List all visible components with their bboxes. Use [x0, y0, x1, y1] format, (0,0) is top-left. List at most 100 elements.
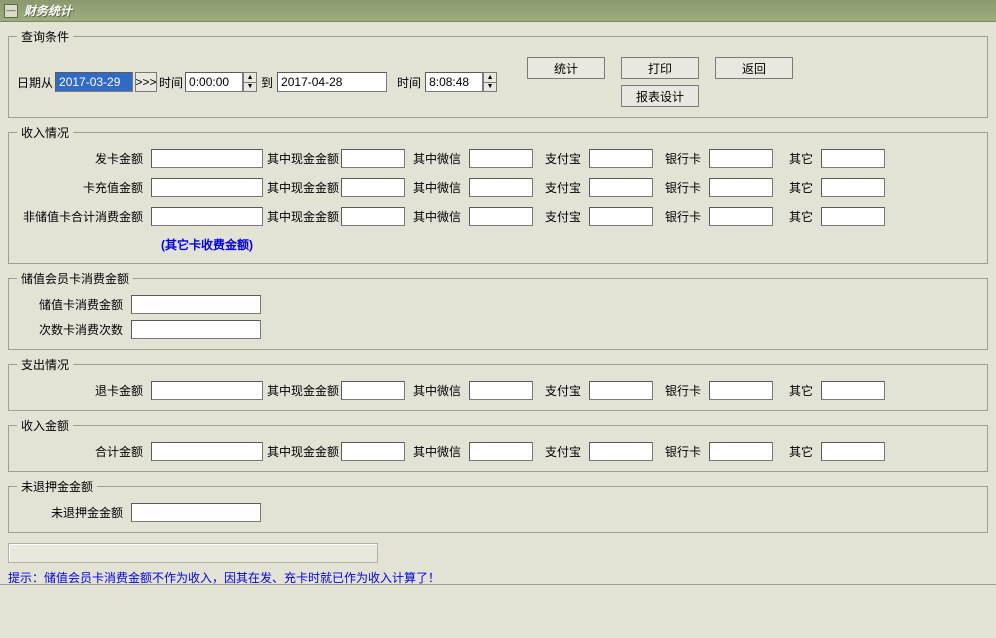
nonstored-note: (其它卡收费金额)	[151, 236, 263, 253]
label-stored-consume: 储值卡消费金额	[17, 296, 123, 313]
minus-icon: —	[7, 6, 16, 15]
time-to-input[interactable]	[425, 72, 483, 92]
card-issue-wechat[interactable]	[469, 149, 533, 168]
label-time-to: 时间	[397, 74, 421, 91]
bottom-panel	[0, 584, 996, 638]
nonstored-consume-other[interactable]	[821, 207, 885, 226]
label-alipay-t: 支付宝	[537, 443, 581, 460]
label-nonstored-consume: 非储值卡合计消费金额	[17, 208, 143, 225]
expense-grid: 退卡金额 其中现金金额 其中微信 支付宝 银行卡 其它	[17, 381, 979, 400]
label-wechat-1: 其中微信	[409, 150, 461, 167]
stored-grid: 储值卡消费金额 次数卡消费次数	[17, 295, 979, 339]
back-button[interactable]: 返回	[715, 57, 793, 79]
card-issue-cash[interactable]	[341, 149, 405, 168]
times-consume-count[interactable]	[131, 320, 261, 339]
nonstored-consume-amount[interactable]	[151, 207, 263, 226]
card-recharge-bank[interactable]	[709, 178, 773, 197]
label-alipay-2: 支付宝	[537, 179, 581, 196]
total-other[interactable]	[821, 442, 885, 461]
card-recharge-other[interactable]	[821, 178, 885, 197]
income-total-grid: 合计金额 其中现金金额 其中微信 支付宝 银行卡 其它	[17, 442, 979, 461]
group-income-total: 收入金额 合计金额 其中现金金额 其中微信 支付宝 银行卡 其它	[8, 417, 988, 472]
label-cash-t: 其中现金金额	[267, 443, 333, 460]
client-area: 查询条件 日期从 >>> 时间 ▲ ▼ 到 时间 ▲ ▼	[0, 22, 996, 638]
time-from-up[interactable]: ▲	[243, 72, 257, 82]
minimize-button[interactable]: —	[4, 4, 18, 18]
label-bank-t: 银行卡	[657, 443, 701, 460]
refund-wechat[interactable]	[469, 381, 533, 400]
nonstored-consume-cash[interactable]	[341, 207, 405, 226]
group-stored-legend: 储值会员卡消费金额	[17, 270, 133, 287]
card-recharge-cash[interactable]	[341, 178, 405, 197]
label-wechat-e: 其中微信	[409, 382, 461, 399]
label-other-3: 其它	[777, 208, 813, 225]
date-from-input[interactable]	[55, 72, 133, 92]
nonstored-consume-bank[interactable]	[709, 207, 773, 226]
deposit-grid: 未退押金金额	[17, 503, 979, 522]
time-to-spin: ▲ ▼	[483, 72, 497, 92]
label-wechat-t: 其中微信	[409, 443, 461, 460]
window-title: 财务统计	[24, 2, 72, 19]
income-grid: 发卡金额 其中现金金额 其中微信 支付宝 银行卡 其它 卡充值金额 其中现金金额…	[17, 149, 979, 253]
deposit-amount[interactable]	[131, 503, 261, 522]
action-buttons: 统计 打印 返回 报表设计	[527, 57, 793, 107]
group-deposit-legend: 未退押金金额	[17, 478, 97, 495]
refund-amount[interactable]	[151, 381, 263, 400]
label-total: 合计金额	[17, 443, 143, 460]
date-to-input[interactable]	[277, 72, 387, 92]
status-strip	[8, 543, 378, 563]
arrows-icon: >>>	[136, 75, 157, 89]
refund-alipay[interactable]	[589, 381, 653, 400]
label-other-1: 其它	[777, 150, 813, 167]
label-alipay-e: 支付宝	[537, 382, 581, 399]
label-alipay-3: 支付宝	[537, 208, 581, 225]
label-cash-3: 其中现金金额	[267, 208, 333, 225]
label-bank-e: 银行卡	[657, 382, 701, 399]
label-card-issue: 发卡金额	[17, 150, 143, 167]
report-design-button[interactable]: 报表设计	[621, 85, 699, 107]
nonstored-consume-alipay[interactable]	[589, 207, 653, 226]
time-from-down[interactable]: ▼	[243, 82, 257, 93]
label-bank-3: 银行卡	[657, 208, 701, 225]
label-to: 到	[261, 74, 273, 91]
refund-other[interactable]	[821, 381, 885, 400]
label-alipay-1: 支付宝	[537, 150, 581, 167]
group-income: 收入情况 发卡金额 其中现金金额 其中微信 支付宝 银行卡 其它 卡充值金额 其…	[8, 124, 988, 264]
card-recharge-wechat[interactable]	[469, 178, 533, 197]
time-from-control: ▲ ▼	[185, 72, 257, 92]
total-wechat[interactable]	[469, 442, 533, 461]
time-from-input[interactable]	[185, 72, 243, 92]
time-to-up[interactable]: ▲	[483, 72, 497, 82]
group-deposit: 未退押金金额 未退押金金额	[8, 478, 988, 533]
label-time-from: 时间	[159, 74, 183, 91]
total-bank[interactable]	[709, 442, 773, 461]
group-query-legend: 查询条件	[17, 28, 73, 45]
refund-bank[interactable]	[709, 381, 773, 400]
label-refund: 退卡金额	[17, 382, 143, 399]
group-query: 查询条件 日期从 >>> 时间 ▲ ▼ 到 时间 ▲ ▼	[8, 28, 988, 118]
print-button[interactable]: 打印	[621, 57, 699, 79]
query-row: 日期从 >>> 时间 ▲ ▼ 到 时间 ▲ ▼	[17, 57, 979, 107]
group-expense: 支出情况 退卡金额 其中现金金额 其中微信 支付宝 银行卡 其它	[8, 356, 988, 411]
label-cash-e: 其中现金金额	[267, 382, 333, 399]
time-to-down[interactable]: ▼	[483, 82, 497, 93]
titlebar: — 财务统计	[0, 0, 996, 22]
card-issue-alipay[interactable]	[589, 149, 653, 168]
stored-consume-amount[interactable]	[131, 295, 261, 314]
group-stored: 储值会员卡消费金额 储值卡消费金额 次数卡消费次数	[8, 270, 988, 350]
nonstored-consume-wechat[interactable]	[469, 207, 533, 226]
total-cash[interactable]	[341, 442, 405, 461]
total-alipay[interactable]	[589, 442, 653, 461]
label-wechat-2: 其中微信	[409, 179, 461, 196]
time-to-control: ▲ ▼	[425, 72, 497, 92]
label-deposit: 未退押金金额	[17, 504, 123, 521]
total-amount[interactable]	[151, 442, 263, 461]
card-issue-amount[interactable]	[151, 149, 263, 168]
card-issue-other[interactable]	[821, 149, 885, 168]
card-recharge-amount[interactable]	[151, 178, 263, 197]
card-recharge-alipay[interactable]	[589, 178, 653, 197]
refund-cash[interactable]	[341, 381, 405, 400]
card-issue-bank[interactable]	[709, 149, 773, 168]
statistic-button[interactable]: 统计	[527, 57, 605, 79]
date-advance-button[interactable]: >>>	[135, 72, 157, 92]
